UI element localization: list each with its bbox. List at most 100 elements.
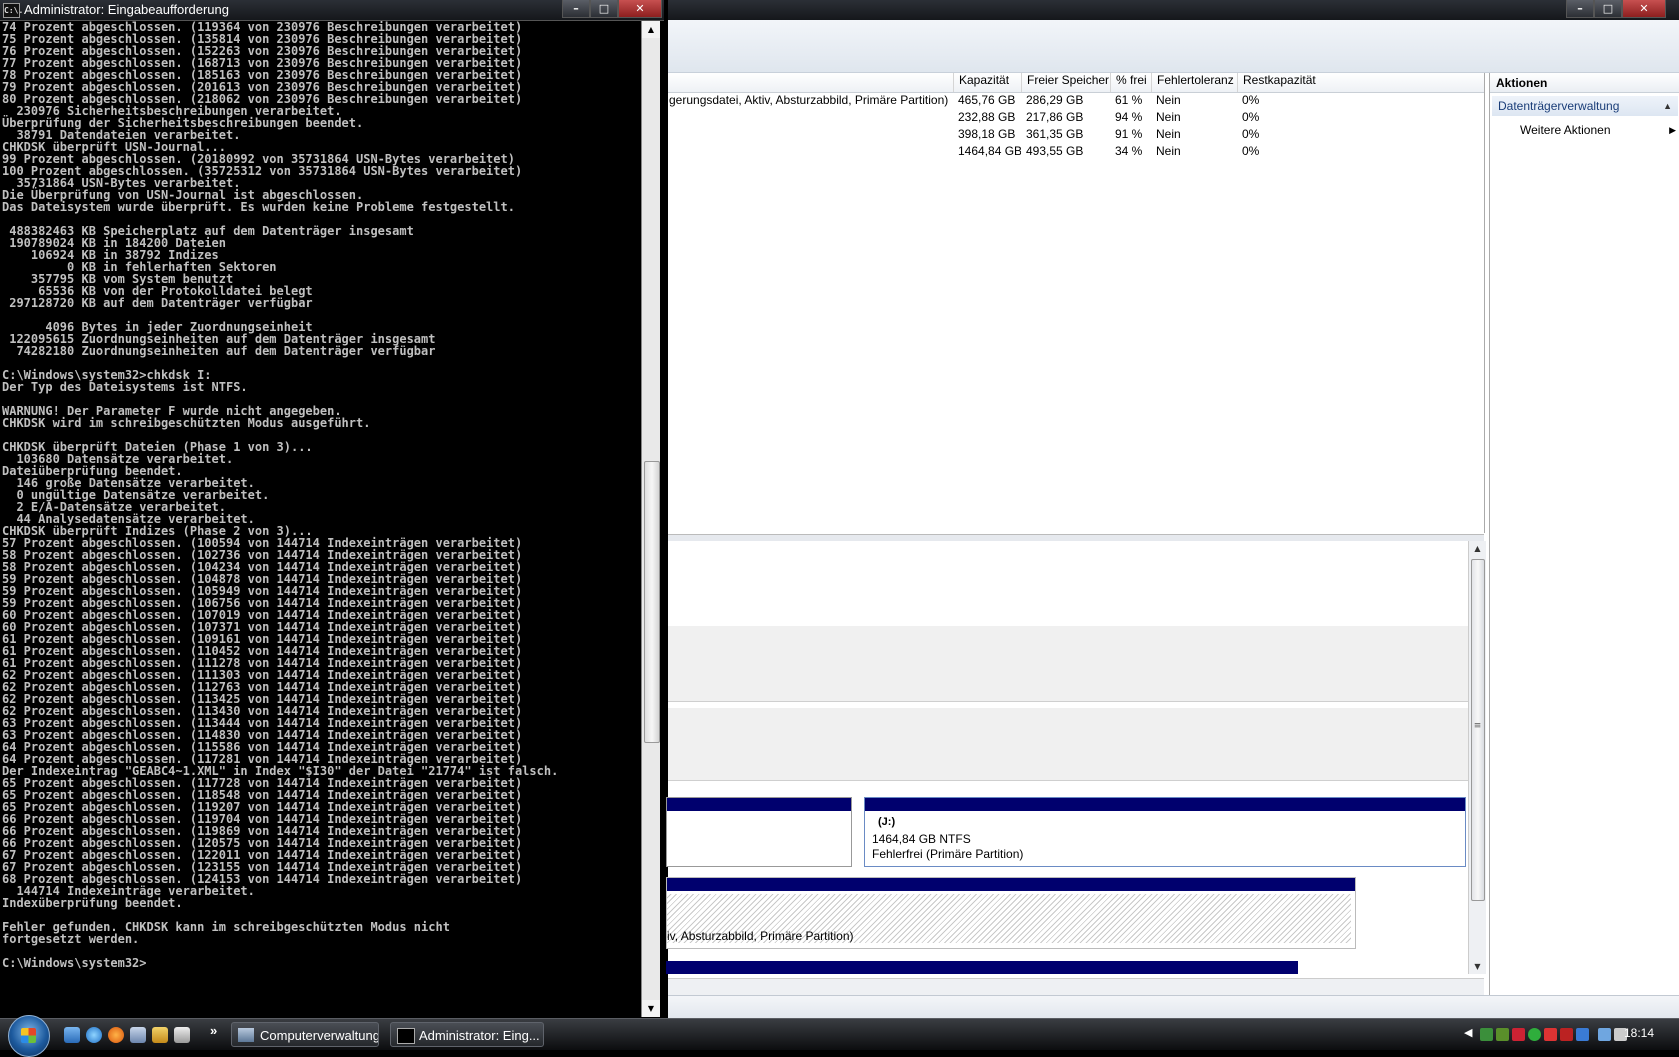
partition-header: [667, 798, 851, 811]
partition-j[interactable]: (J:) 1464,84 GB NTFS Fehlerfrei (Primäre…: [864, 797, 1466, 867]
scroll-up-arrow-icon[interactable]: ▲: [642, 21, 660, 38]
mail-icon[interactable]: [130, 1027, 146, 1043]
volume-capacity: 1464,84 GB: [958, 144, 1021, 158]
internet-explorer-icon[interactable]: [86, 1027, 102, 1043]
tools-icon[interactable]: [152, 1027, 168, 1043]
document-icon[interactable]: [174, 1027, 190, 1043]
console-icon: C:\.: [3, 3, 23, 18]
partition-j-name: (J:): [878, 816, 896, 828]
tray-app-icon[interactable]: [1480, 1028, 1493, 1041]
disk-band: [668, 708, 1468, 781]
actions-title: Aktionen: [1490, 73, 1679, 93]
actions-group-label: Datenträgerverwaltung: [1498, 99, 1620, 113]
volume-fault-tolerance: Nein: [1156, 144, 1181, 158]
volume-overhead: 0%: [1242, 127, 1260, 141]
mmc-minimize-button[interactable]: –: [1566, 0, 1594, 18]
scroll-up-arrow-icon[interactable]: ▲: [1469, 541, 1486, 556]
volume-overhead: 0%: [1242, 144, 1260, 158]
column-free-space[interactable]: Freier Speicher: [1021, 73, 1110, 92]
console-line: Indexüberprüfung beendet.: [2, 896, 183, 910]
console-scroll-thumb[interactable]: [644, 461, 660, 743]
volume-row[interactable]: 1464,84 GB 493,55 GB 34 % Nein 0%: [668, 144, 1484, 161]
partition-block[interactable]: [666, 797, 852, 867]
console-output[interactable]: 74 Prozent abgeschlossen. (119364 von 23…: [2, 21, 642, 1016]
tray-app-icon[interactable]: [1560, 1028, 1573, 1041]
volume-free: 361,35 GB: [1026, 127, 1084, 141]
scroll-down-arrow-icon[interactable]: ▼: [1469, 959, 1486, 974]
close-button[interactable]: ✕: [618, 0, 662, 18]
volume-percent-free: 94 %: [1115, 110, 1143, 124]
quicklaunch-chevron-icon[interactable]: »: [210, 1023, 217, 1038]
tray-app-icon[interactable]: [1544, 1028, 1557, 1041]
partition-c[interactable]: iv, Absturzabbild, Primäre Partition): [666, 877, 1356, 949]
disk-graph-view[interactable]: (J:) 1464,84 GB NTFS Fehlerfrei (Primäre…: [666, 541, 1468, 974]
taskbar: » Computerverwaltung Administrator: Eing…: [0, 1015, 1679, 1057]
graph-scrollbar[interactable]: ▲ ≡ ▼: [1468, 541, 1486, 974]
column-fault-tolerance[interactable]: Fehlertoleranz: [1151, 73, 1237, 92]
column-percent-free[interactable]: % frei: [1110, 73, 1151, 92]
volume-free: 286,29 GB: [1026, 93, 1084, 107]
taskbar-clock[interactable]: 18:14: [1624, 1026, 1654, 1040]
taskbar-button-computer-management[interactable]: Computerverwaltung: [231, 1022, 379, 1047]
console-line: C:\Windows\system32>: [2, 956, 147, 970]
collapse-arrow-icon[interactable]: ▲: [1663, 96, 1672, 116]
volume-capacity: 232,88 GB: [958, 110, 1016, 124]
volume-free: 493,55 GB: [1026, 144, 1084, 158]
computer-management-window[interactable]: – □ ✕ Kapazität Freier Speicher % frei F…: [666, 0, 1679, 1019]
scroll-down-arrow-icon[interactable]: ▼: [642, 1000, 660, 1017]
column-status[interactable]: [668, 73, 953, 92]
disk-band: [668, 626, 1468, 702]
console-line: 297128720 KB auf dem Datenträger verfügb…: [2, 296, 313, 310]
column-capacity[interactable]: Kapazität: [953, 73, 1021, 92]
partition-j-size: 1464,84 GB NTFS: [872, 832, 971, 846]
partition-block[interactable]: [666, 961, 1298, 974]
partition-c-status: iv, Absturzabbild, Primäre Partition): [667, 929, 854, 943]
volume-row[interactable]: 232,88 GB 217,86 GB 94 % Nein 0%: [668, 110, 1484, 127]
volume-row[interactable]: gerungsdatei, Aktiv, Absturzabbild, Prim…: [668, 93, 1484, 110]
console-title-bar[interactable]: C:\. Administrator: Eingabeaufforderung …: [0, 0, 664, 21]
partition-j-status: Fehlerfrei (Primäre Partition): [872, 847, 1024, 861]
taskbar-button-label: Administrator: Eing...: [419, 1028, 540, 1043]
more-actions-item[interactable]: Weitere Aktionen ▶: [1520, 121, 1676, 139]
volume-list[interactable]: Kapazität Freier Speicher % frei Fehlert…: [668, 73, 1485, 533]
volume-fault-tolerance: Nein: [1156, 127, 1181, 141]
computer-management-icon: [238, 1028, 254, 1042]
minimize-button[interactable]: –: [562, 0, 590, 18]
volume-fault-tolerance: Nein: [1156, 110, 1181, 124]
volume-fault-tolerance: Nein: [1156, 93, 1181, 107]
volume-list-header: Kapazität Freier Speicher % frei Fehlert…: [668, 73, 1484, 93]
volume-capacity: 465,76 GB: [958, 93, 1016, 107]
command-prompt-icon: [397, 1028, 415, 1044]
volume-row[interactable]: 398,18 GB 361,35 GB 91 % Nein 0%: [668, 127, 1484, 144]
mmc-close-button[interactable]: ✕: [1622, 0, 1666, 18]
console-scrollbar[interactable]: ▲ ▼: [641, 21, 660, 1017]
actions-group-disk-management[interactable]: Datenträgerverwaltung ▲: [1492, 96, 1678, 116]
mmc-title-bar[interactable]: – □ ✕: [668, 0, 1679, 20]
grip-icon: ≡: [1473, 721, 1482, 731]
horizontal-scrollbar[interactable]: [668, 978, 1484, 995]
maximize-button[interactable]: □: [590, 0, 618, 18]
console-title: Administrator: Eingabeaufforderung: [24, 2, 229, 17]
column-overhead[interactable]: Restkapazität: [1237, 73, 1484, 92]
network-icon[interactable]: [1598, 1028, 1611, 1041]
command-prompt-window[interactable]: C:\. Administrator: Eingabeaufforderung …: [0, 0, 664, 1018]
console-line: fortgesetzt werden.: [2, 932, 140, 946]
mmc-maximize-button[interactable]: □: [1594, 0, 1622, 18]
tray-app-icon[interactable]: [1512, 1028, 1525, 1041]
tray-app-icon[interactable]: [1528, 1028, 1541, 1041]
tray-expand-arrow-icon[interactable]: ◀: [1464, 1026, 1472, 1039]
pane-splitter[interactable]: [668, 534, 1484, 541]
console-line: Das Dateisystem wurde überprüft. Es wurd…: [2, 200, 515, 214]
start-button[interactable]: [8, 1015, 50, 1057]
partition-header: [865, 798, 1465, 811]
partition-header: [667, 878, 1355, 891]
firefox-icon[interactable]: [108, 1027, 124, 1043]
console-line: 74282180 Zuordnungseinheiten auf dem Dat…: [2, 344, 436, 358]
volume-percent-free: 91 %: [1115, 127, 1143, 141]
show-desktop-icon[interactable]: [64, 1027, 80, 1043]
mmc-toolbar: [668, 20, 1679, 73]
tray-app-icon[interactable]: [1576, 1028, 1589, 1041]
console-line: Der Typ des Dateisystems ist NTFS.: [2, 380, 248, 394]
tray-app-icon[interactable]: [1496, 1028, 1509, 1041]
taskbar-button-command-prompt[interactable]: Administrator: Eing...: [390, 1022, 544, 1047]
